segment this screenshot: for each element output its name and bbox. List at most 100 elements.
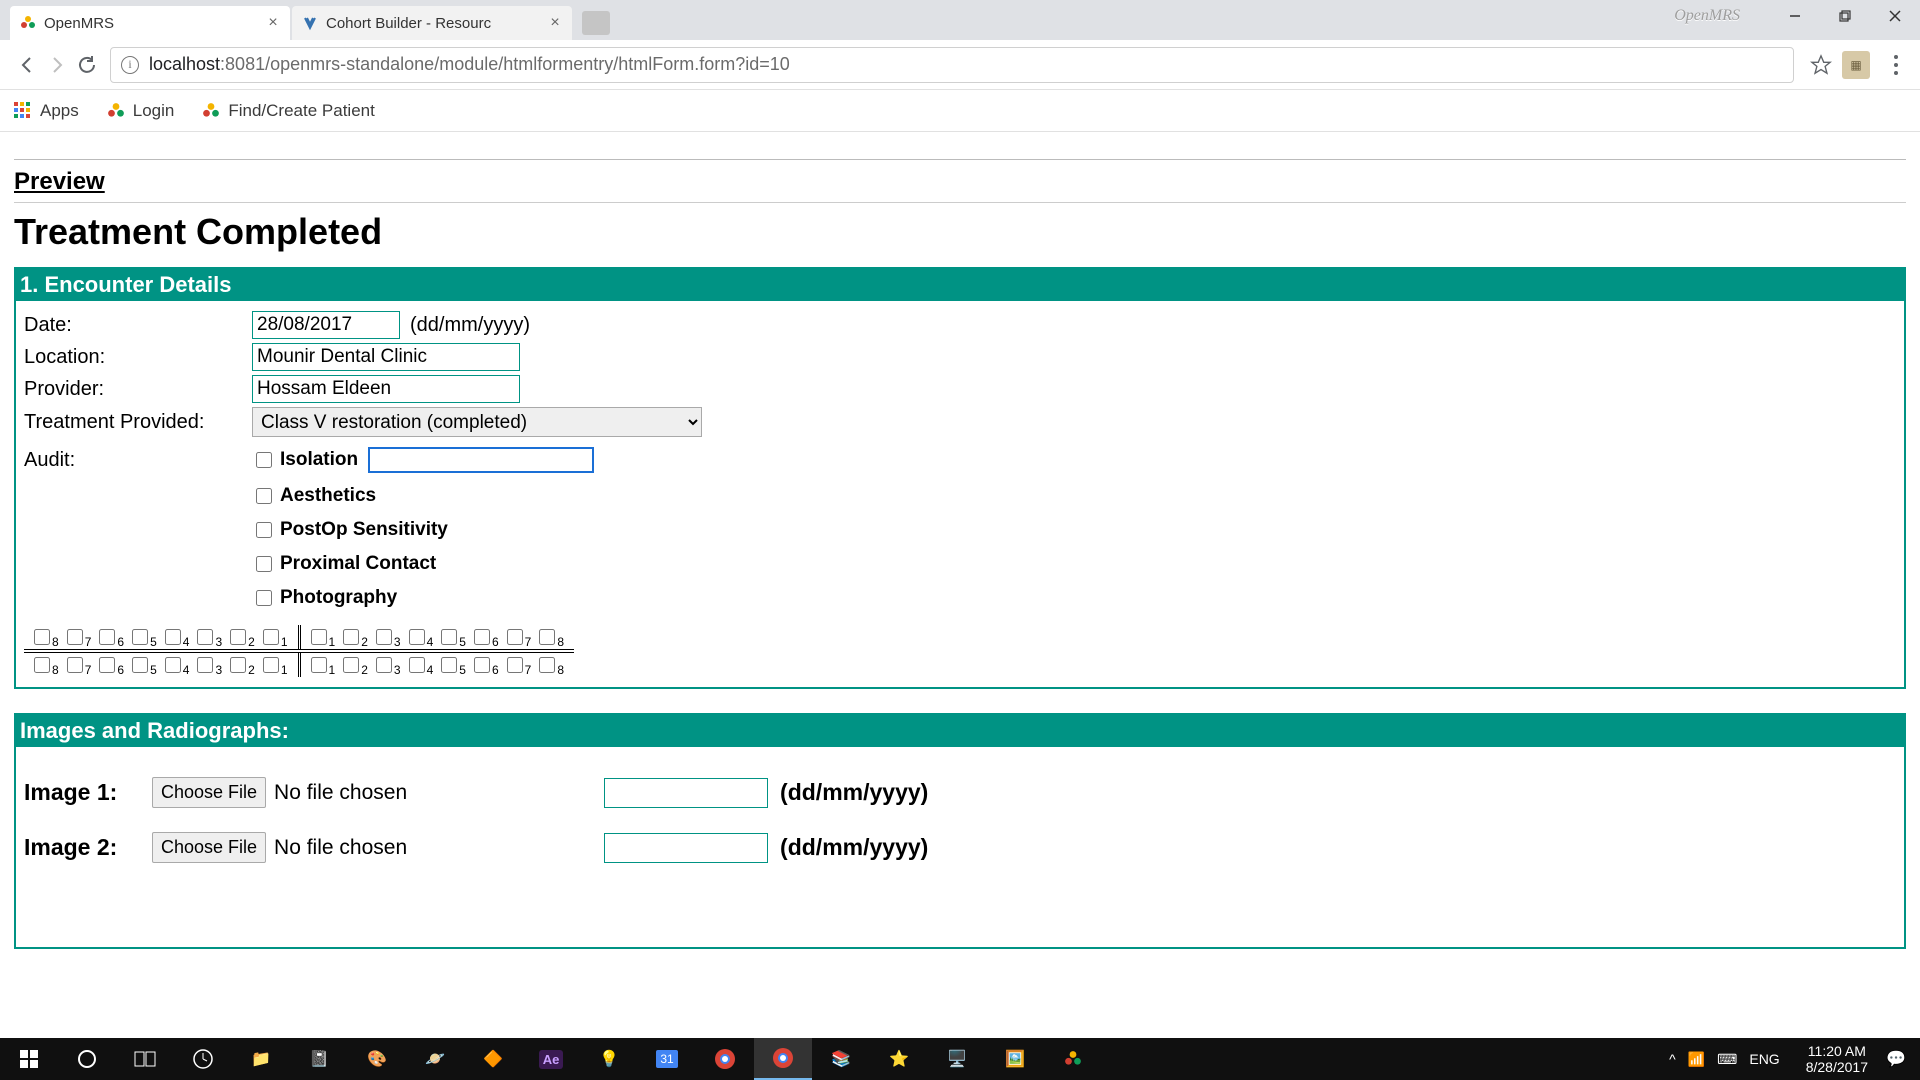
window-minimize-button[interactable] xyxy=(1770,0,1820,32)
tooth-checkbox[interactable] xyxy=(539,657,555,673)
tooth-2[interactable]: 2 xyxy=(343,629,368,645)
tray-language-indicator[interactable]: ENG xyxy=(1749,1051,1779,1067)
new-tab-button[interactable] xyxy=(582,11,610,35)
cortana-button[interactable] xyxy=(58,1038,116,1080)
taskbar-app-tips-icon[interactable]: 💡 xyxy=(580,1038,638,1080)
tooth-checkbox[interactable] xyxy=(165,629,181,645)
reload-button[interactable] xyxy=(72,50,102,80)
url-input[interactable]: i localhost:8081/openmrs-standalone/modu… xyxy=(110,47,1794,83)
tooth-checkbox[interactable] xyxy=(197,629,213,645)
tooth-5[interactable]: 5 xyxy=(132,629,157,645)
taskbar-app-generic-icon[interactable]: 🪐 xyxy=(406,1038,464,1080)
tooth-5[interactable]: 5 xyxy=(132,657,157,673)
tooth-4[interactable]: 4 xyxy=(409,629,434,645)
tooth-2[interactable]: 2 xyxy=(230,629,255,645)
audit-postop[interactable]: PostOp Sensitivity xyxy=(252,519,594,541)
find-create-patient-bookmark[interactable]: Find/Create Patient xyxy=(202,101,374,121)
taskbar-app-explorer-icon[interactable]: 📁 xyxy=(232,1038,290,1080)
location-input[interactable] xyxy=(252,343,520,371)
tooth-checkbox[interactable] xyxy=(230,629,246,645)
window-maximize-button[interactable] xyxy=(1820,0,1870,32)
tooth-checkbox[interactable] xyxy=(507,629,523,645)
tooth-checkbox[interactable] xyxy=(376,629,392,645)
tooth-checkbox[interactable] xyxy=(197,657,213,673)
tooth-8[interactable]: 8 xyxy=(34,629,59,645)
tooth-6[interactable]: 6 xyxy=(99,629,124,645)
tooth-checkbox[interactable] xyxy=(67,657,83,673)
tooth-checkbox[interactable] xyxy=(67,629,83,645)
audit-aesthetics-checkbox[interactable] xyxy=(256,488,272,504)
choose-file-button[interactable]: Choose File xyxy=(152,777,266,808)
chrome-menu-icon[interactable] xyxy=(1884,53,1908,77)
task-view-button[interactable] xyxy=(116,1038,174,1080)
tooth-4[interactable]: 4 xyxy=(409,657,434,673)
provider-input[interactable] xyxy=(252,375,520,403)
tooth-3[interactable]: 3 xyxy=(376,657,401,673)
tab-close-icon[interactable]: × xyxy=(266,16,280,30)
audit-isolation[interactable]: Isolation xyxy=(252,447,594,473)
taskbar-clock[interactable]: 11:20 AM 8/28/2017 xyxy=(1806,1043,1868,1075)
tooth-checkbox[interactable] xyxy=(165,657,181,673)
taskbar-app-color-icon[interactable]: 🔶 xyxy=(464,1038,522,1080)
tooth-checkbox[interactable] xyxy=(263,657,279,673)
audit-aesthetics[interactable]: Aesthetics xyxy=(252,485,594,507)
start-button[interactable] xyxy=(0,1038,58,1080)
audit-isolation-checkbox[interactable] xyxy=(256,452,272,468)
tooth-checkbox[interactable] xyxy=(474,657,490,673)
login-bookmark[interactable]: Login xyxy=(107,101,175,121)
tooth-3[interactable]: 3 xyxy=(197,629,222,645)
taskbar-app-ae-icon[interactable]: Ae xyxy=(522,1038,580,1080)
taskbar-app-photos-icon[interactable]: 🖼️ xyxy=(986,1038,1044,1080)
apps-bookmark[interactable]: Apps xyxy=(14,101,79,121)
tooth-checkbox[interactable] xyxy=(441,657,457,673)
tray-keyboard-icon[interactable]: ⌨ xyxy=(1717,1051,1737,1068)
tooth-1[interactable]: 1 xyxy=(311,657,336,673)
tab-close-icon[interactable]: × xyxy=(548,16,562,30)
site-info-icon[interactable]: i xyxy=(121,56,139,74)
tooth-checkbox[interactable] xyxy=(409,629,425,645)
tooth-1[interactable]: 1 xyxy=(263,657,288,673)
tooth-checkbox[interactable] xyxy=(132,657,148,673)
image-date-input[interactable] xyxy=(604,778,768,808)
tooth-checkbox[interactable] xyxy=(99,657,115,673)
taskbar-app-monitor-icon[interactable]: 🖥️ xyxy=(928,1038,986,1080)
action-center-icon[interactable]: 💬 xyxy=(1878,1038,1914,1080)
tooth-6[interactable]: 6 xyxy=(474,657,499,673)
tooth-1[interactable]: 1 xyxy=(311,629,336,645)
tooth-checkbox[interactable] xyxy=(311,629,327,645)
image-date-input[interactable] xyxy=(604,833,768,863)
tooth-6[interactable]: 6 xyxy=(474,629,499,645)
tooth-7[interactable]: 7 xyxy=(67,657,92,673)
tooth-checkbox[interactable] xyxy=(263,629,279,645)
system-tray[interactable]: ^ 📶 ⌨ ENG xyxy=(1663,1051,1786,1068)
taskbar-app-chrome-active-icon[interactable] xyxy=(754,1038,812,1080)
tooth-8[interactable]: 8 xyxy=(539,629,564,645)
bookmark-star-icon[interactable] xyxy=(1810,54,1832,76)
tray-wifi-icon[interactable]: 📶 xyxy=(1688,1051,1705,1068)
tooth-checkbox[interactable] xyxy=(539,629,555,645)
tooth-7[interactable]: 7 xyxy=(507,657,532,673)
tooth-7[interactable]: 7 xyxy=(507,629,532,645)
audit-proximal-checkbox[interactable] xyxy=(256,556,272,572)
choose-file-button[interactable]: Choose File xyxy=(152,832,266,863)
tooth-checkbox[interactable] xyxy=(34,629,50,645)
taskbar-app-star-icon[interactable]: ⭐ xyxy=(870,1038,928,1080)
tooth-checkbox[interactable] xyxy=(34,657,50,673)
date-input[interactable] xyxy=(252,311,400,339)
tooth-checkbox[interactable] xyxy=(343,657,359,673)
taskbar-app-calendar-icon[interactable]: 31 xyxy=(638,1038,696,1080)
tooth-checkbox[interactable] xyxy=(409,657,425,673)
tooth-5[interactable]: 5 xyxy=(441,657,466,673)
taskbar-app-chrome-icon[interactable] xyxy=(696,1038,754,1080)
tab-cohort-builder[interactable]: Cohort Builder - Resourc × xyxy=(292,6,572,40)
tooth-checkbox[interactable] xyxy=(474,629,490,645)
tooth-4[interactable]: 4 xyxy=(165,629,190,645)
audit-photography-checkbox[interactable] xyxy=(256,590,272,606)
tooth-5[interactable]: 5 xyxy=(441,629,466,645)
window-close-button[interactable] xyxy=(1870,0,1920,32)
tab-openmrs[interactable]: OpenMRS × xyxy=(10,6,290,40)
tooth-checkbox[interactable] xyxy=(132,629,148,645)
taskbar-app-clock-icon[interactable] xyxy=(174,1038,232,1080)
taskbar-app-paint-icon[interactable]: 🎨 xyxy=(348,1038,406,1080)
audit-postop-checkbox[interactable] xyxy=(256,522,272,538)
